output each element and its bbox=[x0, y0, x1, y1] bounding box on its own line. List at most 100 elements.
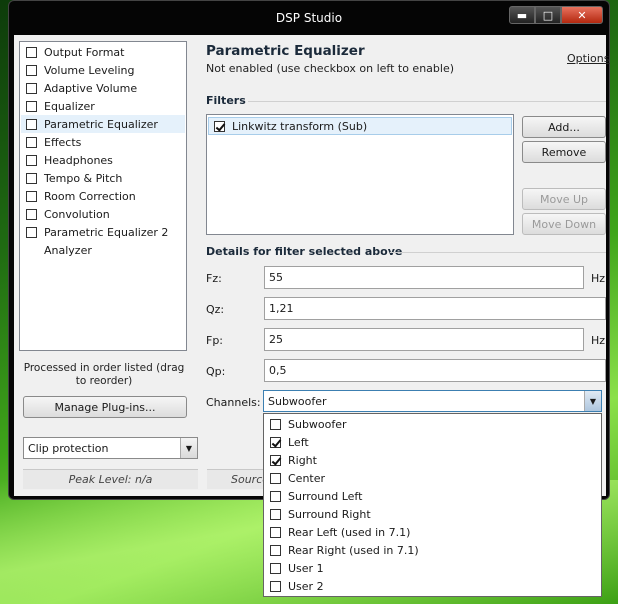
manage-plugins-button[interactable]: Manage Plug-ins... bbox=[23, 396, 187, 418]
minimize-button[interactable]: ▬ bbox=[509, 6, 535, 24]
page-subtitle: Not enabled (use checkbox on left to ena… bbox=[206, 62, 455, 75]
sidebar-item-checkbox[interactable] bbox=[26, 46, 37, 58]
channel-option-checkbox[interactable] bbox=[270, 454, 281, 466]
fz-field[interactable]: 55 bbox=[264, 266, 584, 289]
channel-option[interactable]: Rear Right (used in 7.1) bbox=[265, 541, 602, 559]
clip-protection-select[interactable]: Clip protection ▼ bbox=[23, 437, 198, 459]
channel-option-label: Rear Right (used in 7.1) bbox=[288, 543, 419, 557]
channel-option-checkbox[interactable] bbox=[270, 580, 281, 592]
channel-option-label: Surround Left bbox=[288, 489, 363, 503]
channel-option-checkbox[interactable] bbox=[270, 472, 281, 484]
channel-option-label: Rear Left (used in 7.1) bbox=[288, 525, 411, 539]
sidebar-item-checkbox[interactable] bbox=[26, 172, 37, 184]
channel-option-label: Right bbox=[288, 453, 317, 467]
sidebar-item-checkbox[interactable] bbox=[26, 226, 37, 238]
channel-option[interactable]: User 2 bbox=[265, 577, 602, 595]
sidebar-item-checkbox[interactable] bbox=[26, 208, 37, 220]
channel-option-checkbox[interactable] bbox=[270, 418, 281, 430]
sidebar-item-label: Tempo & Pitch bbox=[44, 171, 123, 185]
clip-protection-value: Clip protection bbox=[28, 441, 109, 455]
options-link[interactable]: Options bbox=[567, 52, 609, 65]
channel-option-checkbox[interactable] bbox=[270, 508, 281, 520]
fp-field[interactable]: 25 bbox=[264, 328, 584, 351]
sidebar-item-label: Headphones bbox=[44, 153, 113, 167]
channel-option[interactable]: Surround Left bbox=[265, 487, 602, 505]
move-up-button[interactable]: Move Up bbox=[522, 188, 606, 210]
sidebar-item[interactable]: Parametric Equalizer 2 bbox=[21, 223, 185, 241]
channel-option[interactable]: Left bbox=[265, 433, 602, 451]
sidebar-item-checkbox[interactable] bbox=[26, 136, 37, 148]
sidebar-item[interactable]: Convolution bbox=[21, 205, 185, 223]
sidebar-item-label: Convolution bbox=[44, 207, 110, 221]
channel-option-label: Center bbox=[288, 471, 326, 485]
sidebar-item-label: Output Format bbox=[44, 45, 125, 59]
fp-label: Fp: bbox=[206, 334, 224, 347]
channel-option-label: User 1 bbox=[288, 561, 324, 575]
window-controls: ▬ □ ✕ bbox=[509, 6, 603, 24]
sidebar-item[interactable]: Analyzer bbox=[21, 241, 185, 259]
sidebar-item[interactable]: Tempo & Pitch bbox=[21, 169, 185, 187]
details-heading: Details for filter selected above bbox=[206, 245, 403, 258]
filter-checkbox[interactable] bbox=[214, 120, 225, 132]
sidebar-item[interactable]: Room Correction bbox=[21, 187, 185, 205]
channel-option-checkbox[interactable] bbox=[270, 490, 281, 502]
close-button[interactable]: ✕ bbox=[561, 6, 603, 24]
sidebar-item[interactable]: Adaptive Volume bbox=[21, 79, 185, 97]
filter-item[interactable]: Linkwitz transform (Sub) bbox=[208, 117, 512, 135]
channel-option-checkbox[interactable] bbox=[270, 544, 281, 556]
sidebar-item[interactable]: Parametric Equalizer bbox=[21, 115, 185, 133]
source-status: Source bbox=[207, 469, 269, 489]
sidebar-item-label: Adaptive Volume bbox=[44, 81, 138, 95]
sidebar-item-label: Volume Leveling bbox=[44, 63, 135, 77]
sidebar-item[interactable]: Headphones bbox=[21, 151, 185, 169]
sidebar-item-label: Effects bbox=[44, 135, 82, 149]
sidebar-item[interactable]: Output Format bbox=[21, 43, 185, 61]
filters-heading: Filters bbox=[206, 94, 246, 107]
sidebar-item-label: Parametric Equalizer 2 bbox=[44, 225, 169, 239]
filters-list[interactable]: Linkwitz transform (Sub) bbox=[206, 114, 514, 235]
channel-option-label: Left bbox=[288, 435, 309, 449]
sidebar-item-label: Equalizer bbox=[44, 99, 95, 113]
qz-field[interactable]: 1,21 bbox=[264, 297, 606, 320]
qz-label: Qz: bbox=[206, 303, 225, 316]
channel-option-checkbox[interactable] bbox=[270, 436, 281, 448]
channels-select[interactable]: Subwoofer ▼ bbox=[263, 390, 602, 412]
sidebar-item[interactable]: Volume Leveling bbox=[21, 61, 185, 79]
channel-option-checkbox[interactable] bbox=[270, 526, 281, 538]
maximize-button[interactable]: □ bbox=[535, 6, 561, 24]
sidebar-item-checkbox[interactable] bbox=[26, 64, 37, 76]
sidebar-item-label: Analyzer bbox=[44, 243, 92, 257]
sidebar-item-checkbox[interactable] bbox=[26, 190, 37, 202]
fp-unit: Hz bbox=[591, 334, 606, 347]
remove-filter-button[interactable]: Remove bbox=[522, 141, 606, 163]
sidebar-item-checkbox[interactable] bbox=[26, 100, 37, 112]
channel-option-label: Surround Right bbox=[288, 507, 371, 521]
chevron-down-icon[interactable]: ▼ bbox=[584, 391, 601, 411]
channel-option[interactable]: User 1 bbox=[265, 559, 602, 577]
channel-option-checkbox[interactable] bbox=[270, 562, 281, 574]
sidebar-item[interactable]: Effects bbox=[21, 133, 185, 151]
title-bar[interactable]: DSP Studio ▬ □ ✕ bbox=[9, 1, 609, 33]
fz-unit: Hz bbox=[591, 272, 606, 285]
channel-option[interactable]: Surround Right bbox=[265, 505, 602, 523]
qp-field[interactable]: 0,5 bbox=[264, 359, 606, 382]
filter-label: Linkwitz transform (Sub) bbox=[232, 119, 368, 133]
add-filter-button[interactable]: Add... bbox=[522, 116, 606, 138]
filters-divider bbox=[248, 101, 606, 102]
channel-option[interactable]: Center bbox=[265, 469, 602, 487]
channels-label: Channels: bbox=[206, 396, 261, 409]
channel-option[interactable]: Right bbox=[265, 451, 602, 469]
details-divider bbox=[390, 252, 606, 253]
channels-dropdown-list[interactable]: Subwoofer Left Right Center Surround Left Sur… bbox=[263, 413, 602, 597]
dsp-module-list[interactable]: Output Format Volume Leveling Adaptive Vol… bbox=[19, 41, 187, 351]
sidebar-item-label: Parametric Equalizer bbox=[44, 117, 158, 131]
fz-label: Fz: bbox=[206, 272, 222, 285]
sidebar-item-checkbox[interactable] bbox=[26, 154, 37, 166]
sidebar-item-checkbox[interactable] bbox=[26, 82, 37, 94]
move-down-button[interactable]: Move Down bbox=[522, 213, 606, 235]
channel-option[interactable]: Rear Left (used in 7.1) bbox=[265, 523, 602, 541]
sidebar-item-checkbox[interactable] bbox=[26, 118, 37, 130]
sidebar-item[interactable]: Equalizer bbox=[21, 97, 185, 115]
chevron-down-icon[interactable]: ▼ bbox=[180, 438, 197, 458]
channel-option[interactable]: Subwoofer bbox=[265, 415, 602, 433]
